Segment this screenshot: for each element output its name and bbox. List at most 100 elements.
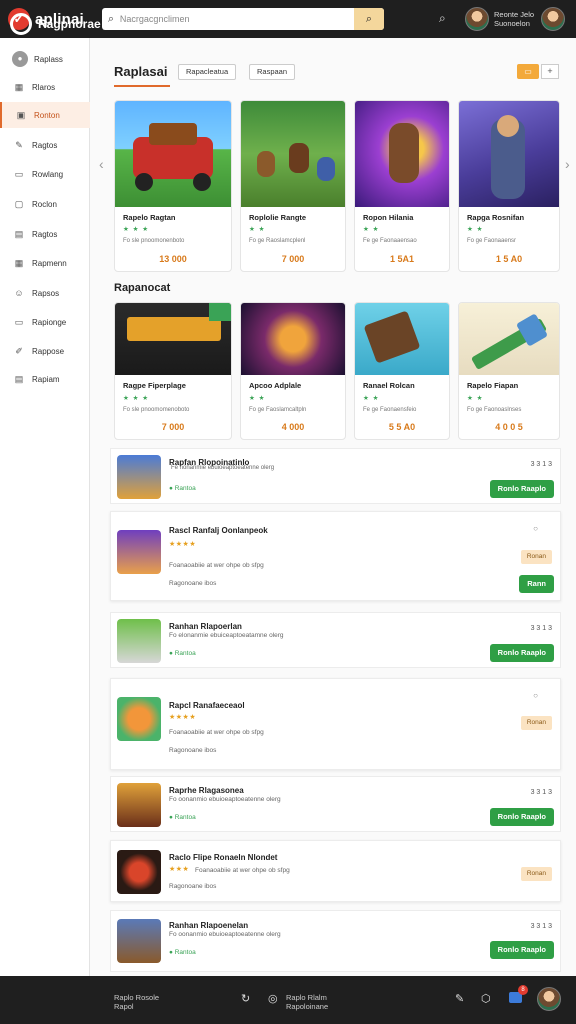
view-toggle-button[interactable]: ▭	[517, 64, 539, 79]
card-title: Ranael Rolcan	[363, 381, 415, 390]
row-desc: Foanaoabiie at wer ohpe ob sfpg	[169, 729, 264, 736]
footer-text-line: Rapoloinane	[286, 1002, 329, 1011]
shield-icon[interactable]: ⬡	[481, 992, 491, 1005]
game-card[interactable]: Rapelo Fiapan ★ ★ Fo ge Faonoaslnses 4 0…	[458, 302, 560, 440]
status-badge: Ronan	[520, 550, 552, 564]
game-card[interactable]: Rapga Rosnifan ★ ★ Fo ge Faonaaensr 1 5 …	[458, 100, 560, 272]
game-thumbnail	[117, 697, 161, 741]
sidebar-item-edit[interactable]: ✎ Ragtos	[0, 132, 90, 158]
list-item[interactable]: Raclo Flipe Ronaeln Nlondet ★★★ Foanaoab…	[110, 840, 561, 902]
footer-text[interactable]: Raplo Rlalm Rapoloinane	[286, 993, 328, 1011]
edit-icon[interactable]: ✎	[455, 992, 464, 1005]
user-name: Reonte Jelo	[494, 10, 535, 19]
row-status: ● Rantoa	[169, 814, 196, 821]
row-desc: Fo oonanmio ebuioeaptoeatenne olerg	[169, 931, 281, 938]
game-thumbnail	[459, 303, 559, 375]
rating-stars: ★ ★	[467, 226, 484, 233]
sidebar-item-games[interactable]: ▣ Ronton	[0, 102, 90, 128]
add-button[interactable]: +	[541, 64, 559, 79]
sidebar-item-chat[interactable]: ▢ Roclon	[0, 191, 90, 217]
footer-avatar[interactable]	[537, 987, 561, 1011]
status-label: Rantoa	[174, 814, 196, 821]
game-card[interactable]: Rapelo Ragtan ★ ★ ★ Fo sle pnoomonenboto…	[114, 100, 232, 272]
game-thumbnail	[115, 101, 231, 207]
calendar-icon: ▦	[14, 257, 24, 268]
grid-icon: ▦	[14, 81, 24, 92]
card-title: Ropon Hilania	[363, 213, 414, 222]
pen-icon: ✎	[15, 139, 23, 150]
list-item[interactable]: Rapfan Rlopoinatinlo Fe nonanmie ebuioea…	[110, 448, 561, 504]
sidebar-item-label: Roclon	[32, 199, 57, 209]
row-title: Raprhe Rlagasonea	[169, 786, 244, 795]
profile-avatar[interactable]	[541, 7, 565, 31]
list-item[interactable]: Ranhan Rlapoerlan Fo elonanmie ebuiceapt…	[110, 612, 561, 668]
footer-text-line: Rapol	[114, 1002, 134, 1011]
game-card[interactable]: Apcoo Adplale ★ ★ Fo ge Faoslamcaltpln 4…	[240, 302, 346, 440]
section-title: Raplasai	[114, 64, 168, 79]
more-icon[interactable]: ○	[533, 691, 538, 700]
list-item[interactable]: Raprhe Rlagasonea Fo oonanmio ebuioeapto…	[110, 776, 561, 832]
card-price: 4 0 0 5	[495, 422, 523, 432]
footer-logo-icon[interactable]	[10, 13, 32, 35]
search-icon[interactable]: ⌕	[439, 11, 446, 26]
sidebar-item-profile[interactable]: ● Raplass	[0, 46, 90, 72]
row-sub: Ragonoane ibos	[169, 747, 217, 754]
game-card[interactable]: Ragpe Fiperplage ★ ★ ★ Fo sle pnoomomeno…	[114, 302, 232, 440]
install-button[interactable]: Ronlo Raaplo	[489, 644, 554, 662]
list-item[interactable]: Ranhan Rlapoenelan Fo oonanmio ebuioeapt…	[110, 910, 561, 972]
sidebar-item-grid[interactable]: ▦ Rlaros	[0, 74, 90, 100]
row-title: Ranhan Rlapoenelan	[169, 921, 249, 930]
install-button[interactable]: Rann	[519, 575, 554, 593]
sidebar-item-tv[interactable]: ▭ Rapionge	[0, 309, 90, 335]
install-button[interactable]: Ronlo Raaplo	[489, 480, 554, 498]
user-info[interactable]: Reonte Jelo Suonoelon	[494, 10, 534, 28]
filter-chip[interactable]: Raspaan	[249, 64, 296, 80]
sidebar-item-monitor[interactable]: ▭ Rowlang	[0, 161, 90, 187]
card-meta: Fo sle pnoomonenboto	[123, 238, 185, 244]
game-thumbnail	[355, 101, 449, 207]
search-button[interactable]: ⌕	[353, 8, 384, 30]
install-button[interactable]: Ronlo Raaplo	[489, 941, 554, 959]
card-title: Rapga Rosnifan	[467, 213, 525, 222]
rating-stars: ★ ★ ★	[123, 226, 150, 233]
sidebar-item-pencil[interactable]: ✐ Rappose	[0, 338, 90, 364]
game-card[interactable]: Ropon Hilania ★ ★ Fe ge Faonaaensao 1 5A…	[354, 100, 450, 272]
game-card[interactable]: Roplolie Rangte ★ ★ Fo ge Raoslamcplenl …	[240, 100, 346, 272]
settings-icon[interactable]: ◎	[268, 992, 278, 1005]
footer-brand[interactable]: Ragpnorae	[38, 17, 101, 31]
filter-chip[interactable]: Rapacleatua	[178, 64, 237, 80]
refresh-icon[interactable]: ↻	[241, 992, 250, 1005]
sidebar-item-book[interactable]: ▤ Ragtos	[0, 221, 90, 247]
row-rating: 3 3 1 3	[530, 625, 552, 632]
card-title: Apcoo Adplale	[249, 381, 302, 390]
row-sub: Ragonoane ibos	[169, 883, 217, 890]
game-card[interactable]: Ranael Rolcan ★ ★ Fe ge Faonaensfeio 5 5…	[354, 302, 450, 440]
list-item[interactable]: Rascl Ranfalj Oonlanpeok ★★★★ Foanaoabii…	[110, 511, 561, 601]
chevron-right-icon[interactable]: ›	[565, 156, 570, 172]
sidebar-item-calendar[interactable]: ▦ Rapmenn	[0, 250, 90, 276]
search-input[interactable]: Nacrgacgnclimen	[120, 14, 354, 24]
card-title: Rapelo Fiapan	[467, 381, 519, 390]
row-title: Rapcl Ranafaeceaol	[169, 701, 245, 710]
status-label: Rantoa	[174, 485, 196, 492]
chevron-left-icon[interactable]: ‹	[99, 156, 104, 172]
footer-text[interactable]: Raplo Rosole Rapol	[114, 993, 159, 1011]
profile-icon: ●	[12, 51, 28, 67]
more-icon[interactable]: ○	[533, 524, 538, 533]
rating-stars: ★ ★ ★	[123, 395, 150, 402]
status-label: Rantoa	[174, 949, 196, 956]
game-thumbnail	[115, 303, 231, 375]
row-rating: 3 3 1 3	[530, 789, 552, 796]
row-title: Ranhan Rlapoerlan	[169, 622, 242, 631]
card-price: 4 000	[281, 422, 305, 432]
install-button[interactable]: Ronlo Raaplo	[489, 808, 554, 826]
sidebar-item-users[interactable]: ☺ Rapsos	[0, 280, 90, 306]
list-item[interactable]: Rapcl Ranafaeceaol ★★★★ Foanaoabiie at w…	[110, 678, 561, 770]
avatar[interactable]	[465, 7, 489, 31]
sidebar-item-list[interactable]: ▤ Rapiam	[0, 366, 90, 392]
sidebar-item-label: Rapionge	[32, 317, 67, 327]
sidebar-item-label: Rlaros	[32, 82, 56, 92]
search-bar[interactable]: ⌕ Nacrgacgnclimen ⌕	[101, 8, 384, 30]
users-icon: ☺	[14, 288, 24, 298]
card-price: 7 000	[281, 254, 305, 264]
